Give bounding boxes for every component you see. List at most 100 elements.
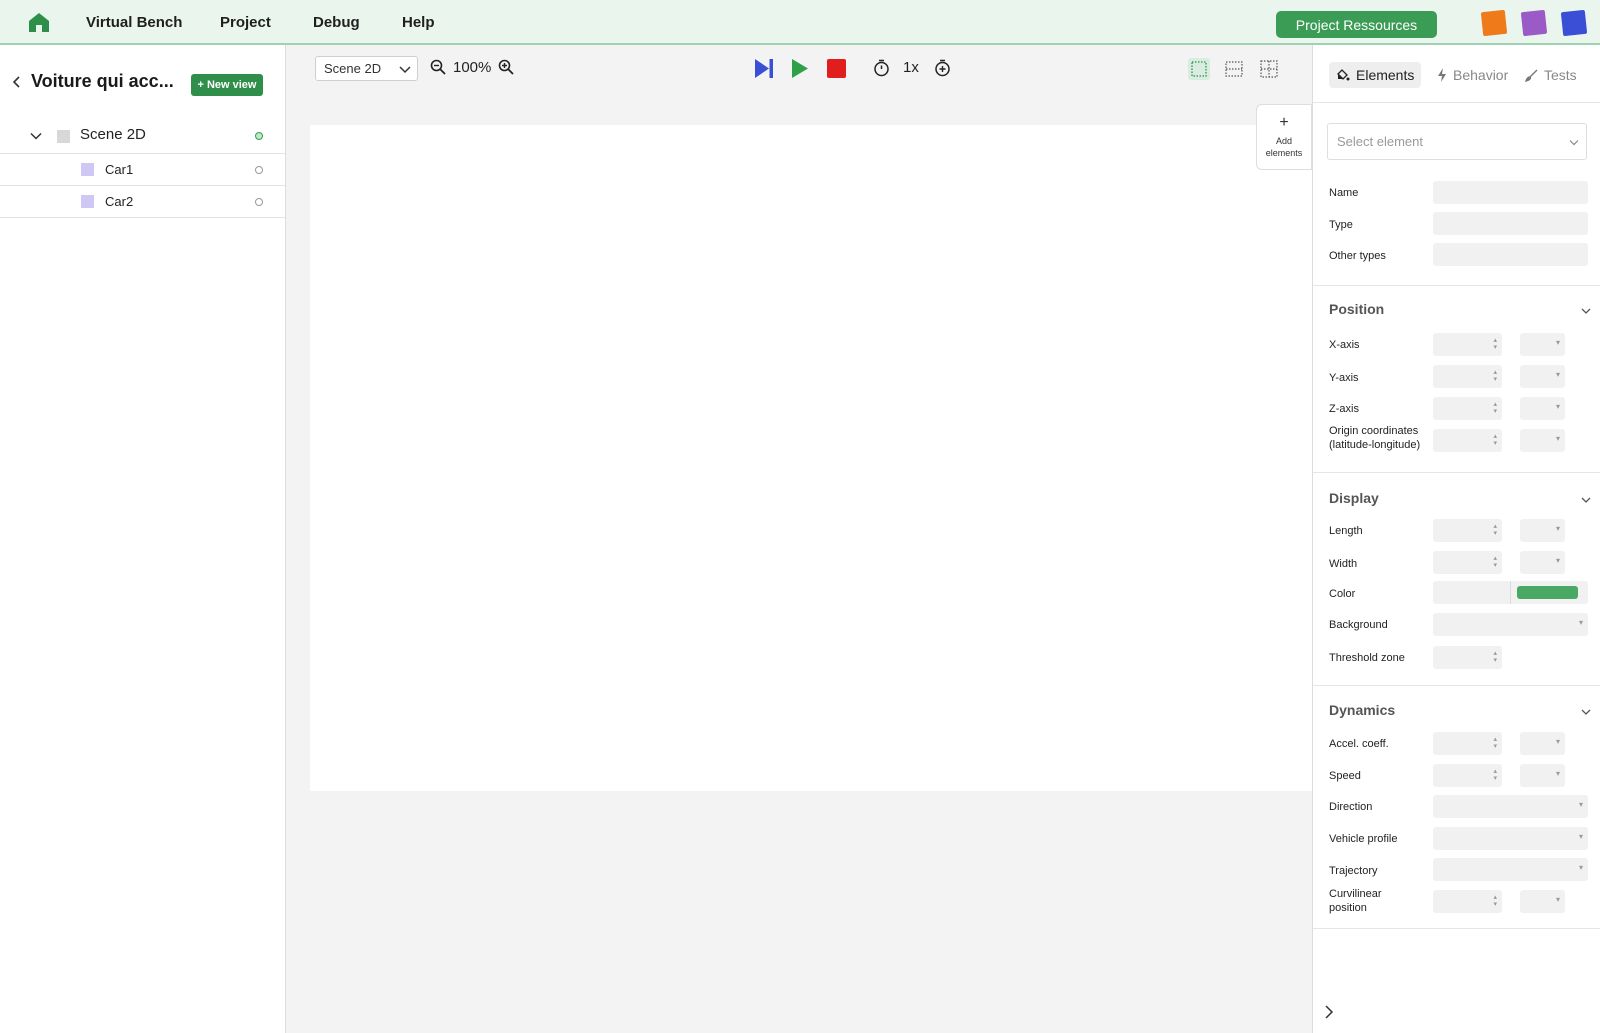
name-field[interactable] [1433, 181, 1588, 204]
background-select[interactable] [1433, 613, 1588, 636]
trajectory-select[interactable] [1433, 858, 1588, 881]
project-resources-button[interactable]: Project Ressources [1276, 11, 1437, 38]
other-types-field[interactable] [1433, 243, 1588, 266]
origin-coordinates-label: Origin coordinates (latitude-longitude) [1329, 424, 1420, 452]
threshold-zone-input[interactable] [1433, 646, 1502, 669]
curvilinear-position-input[interactable] [1433, 890, 1502, 913]
divider [1313, 285, 1600, 286]
chevron-down-icon[interactable] [30, 130, 42, 142]
view-mode-horizontal-icon[interactable] [1224, 59, 1244, 79]
width-unit-select[interactable] [1520, 551, 1565, 574]
speed-unit-select[interactable] [1520, 764, 1565, 787]
accel-coeff-input[interactable] [1433, 732, 1502, 755]
x-axis-unit-select[interactable] [1520, 333, 1565, 356]
menu-debug[interactable]: Debug [313, 14, 360, 31]
home-icon[interactable] [28, 11, 50, 33]
scene-tree-panel: Voiture qui acc... + New view Scene 2D C… [0, 45, 286, 1033]
divider [1313, 685, 1600, 686]
accel-coeff-unit-select[interactable] [1520, 732, 1565, 755]
tree-item-car1[interactable]: Car1 [0, 154, 285, 186]
direction-select[interactable] [1433, 795, 1588, 818]
play-icon[interactable] [791, 58, 809, 79]
chevron-right-icon[interactable] [1322, 1005, 1336, 1019]
tree-item-scene-2d[interactable]: Scene 2D [0, 118, 285, 154]
status-dot-active [255, 132, 263, 140]
speed-up-icon[interactable] [934, 59, 951, 77]
vehicle-profile-select[interactable] [1433, 827, 1588, 850]
tab-label: Elements [1356, 67, 1415, 83]
stop-icon[interactable] [827, 59, 846, 78]
scene-canvas[interactable] [310, 125, 1312, 791]
view-mode-grid-icon[interactable] [1259, 59, 1279, 79]
new-view-button[interactable]: + New view [191, 74, 263, 96]
back-arrow-icon[interactable] [10, 75, 24, 89]
origin-unit-select[interactable] [1520, 429, 1565, 452]
color-label: Color [1329, 588, 1356, 600]
other-types-label: Other types [1329, 250, 1386, 262]
select-element-dropdown[interactable]: Select element [1327, 123, 1587, 160]
length-unit-select[interactable] [1520, 519, 1565, 542]
length-input[interactable] [1433, 519, 1502, 542]
menu-virtual-bench[interactable]: Virtual Bench [86, 14, 182, 31]
speed-value: 1x [903, 59, 919, 76]
properties-panel: Elements Behavior Tests Select element N… [1312, 45, 1600, 1033]
speed-input[interactable] [1433, 764, 1502, 787]
paint-bucket-icon [1337, 69, 1350, 81]
vehicle-profile-label: Vehicle profile [1329, 833, 1398, 845]
zoom-out-icon[interactable] [430, 59, 446, 75]
chevron-down-icon [1569, 140, 1579, 146]
scene-select-value: Scene 2D [324, 61, 382, 76]
step-forward-icon[interactable] [754, 58, 774, 79]
tab-label: Behavior [1453, 67, 1509, 83]
y-axis-unit-select[interactable] [1520, 365, 1565, 388]
user-avatar-blue[interactable] [1560, 9, 1588, 37]
tab-label: Tests [1544, 67, 1577, 83]
color-swatch[interactable] [1517, 586, 1578, 599]
z-axis-input[interactable] [1433, 397, 1502, 420]
status-dot-inactive [255, 166, 263, 174]
dynamics-section-title[interactable]: Dynamics [1329, 702, 1395, 718]
divider [1510, 581, 1511, 604]
type-field[interactable] [1433, 212, 1588, 235]
timer-icon[interactable] [873, 59, 890, 77]
position-section-title[interactable]: Position [1329, 301, 1384, 317]
tab-behavior[interactable]: Behavior [1430, 62, 1515, 88]
user-avatar-orange[interactable] [1480, 9, 1508, 37]
tree-item-label: Car2 [105, 194, 134, 209]
z-axis-unit-select[interactable] [1520, 397, 1565, 420]
tab-tests[interactable]: Tests [1518, 62, 1584, 88]
select-element-placeholder: Select element [1337, 134, 1423, 149]
tree-item-label: Car1 [105, 162, 134, 177]
origin-coordinates-input[interactable] [1433, 429, 1502, 452]
menu-help[interactable]: Help [402, 14, 435, 31]
add-elements-label: Add elements [1265, 136, 1303, 158]
top-bar: Virtual Bench Project Debug Help Project… [0, 0, 1600, 45]
origin-label-line1: Origin coordinates [1329, 425, 1419, 437]
lightning-icon [1438, 68, 1446, 82]
menu-project[interactable]: Project [220, 14, 271, 31]
width-input[interactable] [1433, 551, 1502, 574]
tab-elements[interactable]: Elements [1329, 62, 1422, 88]
plus-icon: + [1279, 114, 1289, 131]
car-icon [81, 163, 94, 176]
x-axis-input[interactable] [1433, 333, 1502, 356]
name-label: Name [1329, 187, 1359, 199]
color-field[interactable] [1433, 581, 1588, 604]
y-axis-input[interactable] [1433, 365, 1502, 388]
width-label: Width [1329, 558, 1358, 570]
display-section-title[interactable]: Display [1329, 490, 1379, 506]
type-label: Type [1329, 219, 1353, 231]
scene-select-dropdown[interactable]: Scene 2D [315, 56, 418, 81]
user-avatar-purple[interactable] [1520, 9, 1548, 37]
add-elements-button[interactable]: + Add elements [1256, 104, 1312, 170]
chevron-down-icon [399, 66, 411, 74]
view-mode-select-icon[interactable] [1188, 58, 1210, 80]
zoom-in-icon[interactable] [498, 59, 514, 75]
direction-label: Direction [1329, 801, 1373, 813]
chevron-down-icon[interactable] [1580, 305, 1592, 317]
chevron-down-icon[interactable] [1580, 706, 1592, 718]
tree-item-car2[interactable]: Car2 [0, 186, 285, 218]
panel-tabs: Elements Behavior Tests [1313, 45, 1600, 103]
chevron-down-icon[interactable] [1580, 494, 1592, 506]
curvilinear-unit-select[interactable] [1520, 890, 1565, 913]
